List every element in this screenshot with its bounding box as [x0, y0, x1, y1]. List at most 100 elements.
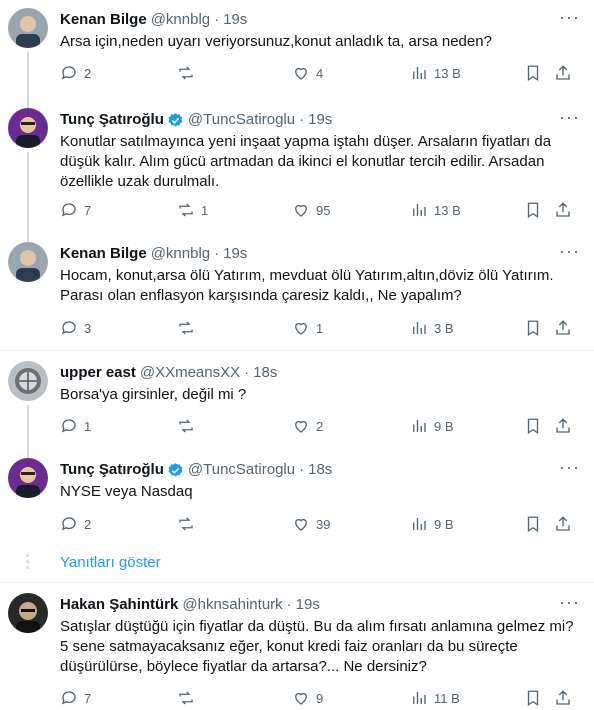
tweet-text: Satışlar düştüğü için fiyatlar da düştü.… [60, 618, 574, 675]
like-count: 9 [316, 690, 324, 706]
repost-button[interactable] [177, 64, 201, 82]
author-handle[interactable]: @knnblg [151, 244, 210, 264]
bookmark-button[interactable] [524, 201, 542, 219]
share-button[interactable] [554, 417, 572, 435]
avatar[interactable] [8, 593, 48, 633]
tweet[interactable]: Hakan Şahintürk @hknsahinturk · 19s ··· … [0, 583, 594, 710]
tweet[interactable]: upper east @XXmeansXX · 18s Borsa'ya gir… [0, 351, 594, 450]
tweet[interactable]: Kenan Bilge @knnblg · 19s ··· Arsa için,… [0, 0, 594, 100]
author-handle[interactable]: @TuncSatiroglu [188, 460, 295, 480]
more-icon[interactable]: ··· [559, 593, 580, 611]
reply-button[interactable]: 3 [60, 319, 91, 337]
share-button[interactable] [554, 319, 572, 337]
like-button[interactable]: 4 [292, 64, 323, 82]
like-button[interactable]: 9 [292, 689, 323, 707]
author-name[interactable]: Tunç Şatıroğlu [60, 110, 164, 130]
reply-icon [61, 203, 76, 217]
avatar[interactable] [8, 361, 48, 401]
author-handle[interactable]: @knnblg [151, 10, 210, 30]
repost-button[interactable] [177, 689, 201, 707]
like-button[interactable]: 95 [292, 201, 330, 219]
tweet[interactable]: Kenan Bilge @knnblg · 19s ··· Hocam, kon… [0, 234, 594, 350]
reply-count: 3 [84, 320, 92, 336]
repost-button[interactable]: 1 [177, 201, 208, 219]
author-handle[interactable]: @XXmeansXX [140, 363, 240, 383]
like-button[interactable]: 39 [292, 515, 330, 533]
views-button[interactable]: 13 B [410, 201, 461, 219]
reply-count: 2 [84, 516, 92, 532]
share-icon [556, 516, 570, 531]
reply-button[interactable]: 7 [60, 689, 91, 707]
share-icon [556, 65, 570, 80]
bookmark-button[interactable] [524, 417, 542, 435]
bookmark-button[interactable] [524, 515, 542, 533]
tweet[interactable]: Tunç Şatıroğlu @TuncSatiroglu · 18s ··· … [0, 450, 594, 548]
share-button[interactable] [554, 515, 572, 533]
more-icon[interactable]: ··· [559, 8, 580, 26]
bookmark-icon [527, 320, 539, 337]
views-button[interactable]: 9 B [410, 515, 454, 533]
tweet[interactable]: Tunç Şatıroğlu @TuncSatiroglu · 19s ··· … [0, 100, 594, 234]
more-icon[interactable]: ··· [559, 458, 580, 476]
bookmark-icon [527, 418, 539, 435]
author-name[interactable]: upper east [60, 363, 136, 383]
timestamp[interactable]: 19s [296, 595, 320, 615]
thread-line [27, 405, 29, 450]
reply-button[interactable]: 2 [60, 515, 91, 533]
share-button[interactable] [554, 64, 572, 82]
avatar[interactable] [8, 8, 48, 48]
author-handle[interactable]: @TuncSatiroglu [188, 110, 295, 130]
reply-icon [61, 517, 76, 531]
repost-button[interactable] [177, 417, 201, 435]
like-count: 39 [316, 516, 331, 532]
thread-line [27, 450, 29, 458]
share-button[interactable] [554, 201, 572, 219]
bookmark-icon [527, 690, 539, 707]
timestamp[interactable]: 18s [253, 363, 277, 383]
like-button[interactable]: 1 [292, 319, 323, 337]
timestamp[interactable]: 18s [308, 460, 332, 480]
author-name[interactable]: Kenan Bilge [60, 10, 147, 30]
like-button[interactable]: 2 [292, 417, 323, 435]
author-name[interactable]: Kenan Bilge [60, 244, 147, 264]
share-icon [556, 202, 570, 217]
reply-count: 7 [84, 690, 92, 706]
views-button[interactable]: 3 B [410, 319, 454, 337]
author-name[interactable]: Hakan Şahintürk [60, 595, 178, 615]
views-icon [413, 322, 426, 334]
reply-icon [61, 419, 76, 433]
timestamp[interactable]: 19s [223, 244, 247, 264]
views-button[interactable]: 9 B [410, 417, 454, 435]
show-replies-row[interactable]: Yanıtları göster [0, 548, 594, 582]
bookmark-button[interactable] [524, 64, 542, 82]
reply-button[interactable]: 1 [60, 417, 91, 435]
bookmark-button[interactable] [524, 319, 542, 337]
more-icon[interactable]: ··· [559, 242, 580, 260]
timestamp[interactable]: 19s [223, 10, 247, 30]
repost-button[interactable] [177, 319, 201, 337]
views-button[interactable]: 13 B [410, 64, 461, 82]
timestamp[interactable]: 19s [308, 110, 332, 130]
reply-count: 7 [84, 202, 92, 218]
reply-button[interactable]: 7 [60, 201, 91, 219]
avatar[interactable] [8, 458, 48, 498]
repost-button[interactable] [177, 515, 201, 533]
avatar[interactable] [8, 108, 48, 148]
repost-count: 1 [201, 202, 209, 218]
like-icon [295, 518, 307, 531]
reply-count: 1 [84, 418, 92, 434]
author-name[interactable]: Tunç Şatıroğlu [60, 460, 164, 480]
like-count: 1 [316, 320, 324, 336]
more-icon[interactable]: ··· [559, 108, 580, 126]
share-button[interactable] [554, 689, 572, 707]
reply-button[interactable]: 2 [60, 64, 91, 82]
views-count: 9 B [434, 418, 454, 434]
views-button[interactable]: 11 B [410, 689, 460, 707]
avatar[interactable] [8, 242, 48, 282]
bookmark-button[interactable] [524, 689, 542, 707]
thread-line [27, 152, 29, 234]
show-replies-link[interactable]: Yanıtları göster [60, 554, 161, 571]
tweet-text: Konutlar satılmayınca yeni inşaat yapma … [60, 133, 552, 190]
thread-line [27, 234, 29, 242]
author-handle[interactable]: @hknsahinturk [182, 595, 282, 615]
